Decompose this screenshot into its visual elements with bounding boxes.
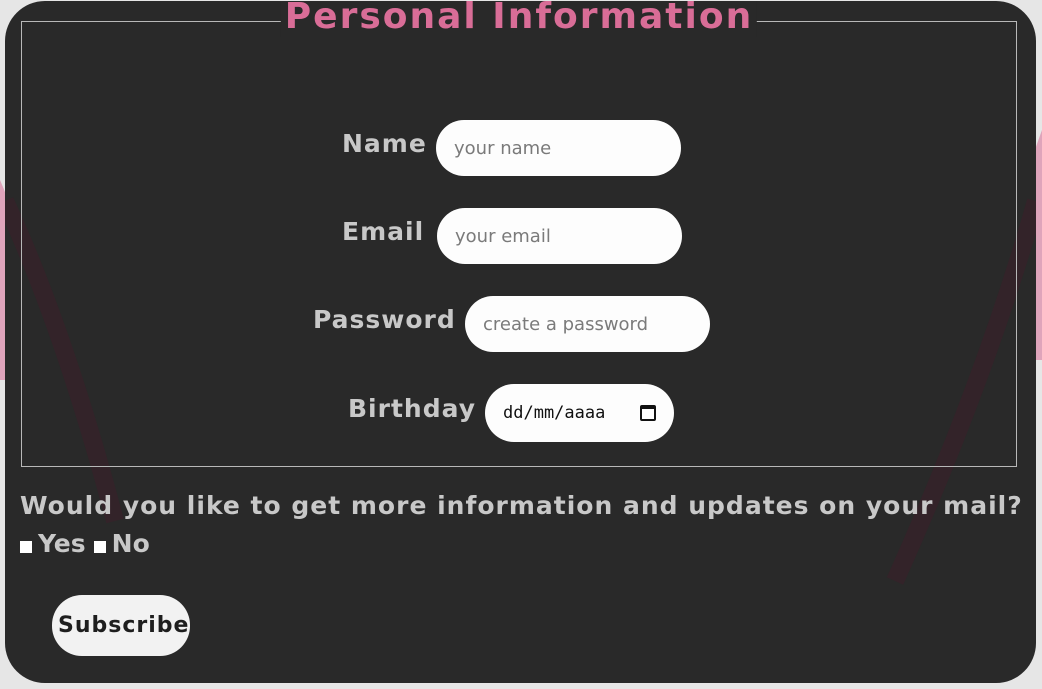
name-input[interactable] [436, 120, 681, 176]
birthday-label: Birthday [348, 394, 476, 423]
yes-option-label: Yes [38, 529, 86, 558]
email-input[interactable] [437, 208, 682, 264]
fieldset-legend: Personal Information [280, 1, 758, 37]
birthday-date-value: dd/mm/aaaa [503, 403, 606, 423]
subscribe-button[interactable]: Subscribe [52, 595, 190, 656]
birthday-date-input[interactable]: dd/mm/aaaa [485, 384, 674, 442]
email-label: Email [342, 217, 425, 246]
newsletter-options: Yes No [20, 529, 158, 558]
password-input[interactable] [465, 296, 710, 352]
yes-checkbox[interactable] [20, 540, 32, 553]
no-checkbox[interactable] [93, 540, 106, 553]
newsletter-question: Would you like to get more information a… [20, 491, 1023, 520]
calendar-icon[interactable] [640, 405, 656, 421]
no-option-label: No [111, 529, 150, 558]
password-label: Password [313, 305, 456, 334]
personal-information-fieldset: Personal Information Name Email Password… [21, 1, 1017, 467]
form-card: Personal Information Name Email Password… [5, 1, 1036, 683]
name-label: Name [342, 129, 427, 158]
